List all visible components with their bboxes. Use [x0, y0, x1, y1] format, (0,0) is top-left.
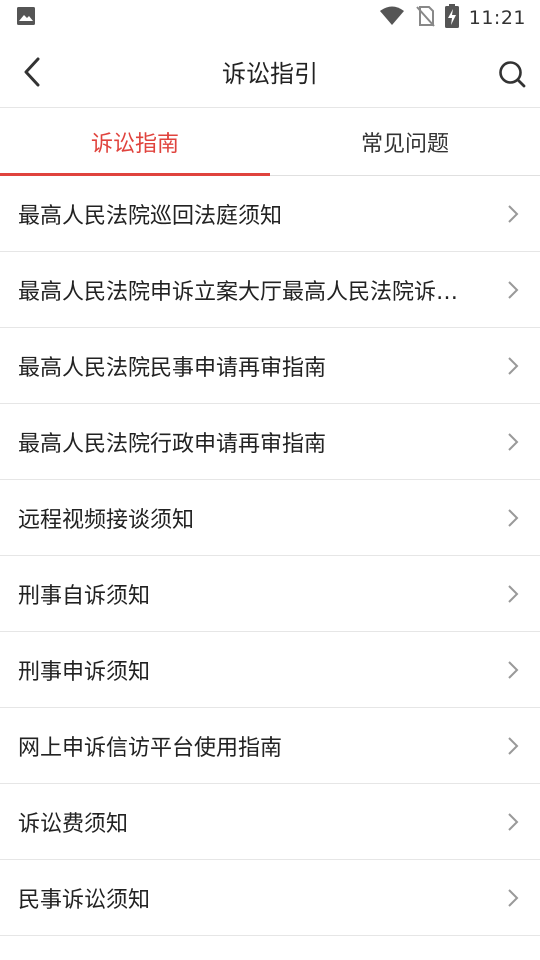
app-bar: 诉讼指引 — [0, 36, 540, 108]
wifi-icon — [379, 6, 405, 30]
list-item[interactable]: 网上申诉信访平台使用指南 — [0, 708, 540, 784]
tab-faq[interactable]: 常见问题 — [270, 108, 540, 175]
chevron-right-icon — [506, 812, 520, 832]
chevron-right-icon — [506, 736, 520, 756]
status-time: 11:21 — [468, 7, 526, 29]
back-arrow-icon — [24, 57, 40, 87]
chevron-right-icon — [506, 888, 520, 908]
list-item-label: 最高人民法院申诉立案大厅最高人民法院诉… — [18, 279, 459, 305]
search-button[interactable] — [496, 58, 528, 90]
status-bar: 11:21 — [0, 0, 540, 36]
list-item-label: 诉讼费须知 — [18, 811, 129, 837]
chevron-right-icon — [506, 432, 520, 452]
image-icon — [16, 6, 36, 30]
status-left — [16, 6, 36, 30]
chevron-right-icon — [506, 204, 520, 224]
list-item[interactable]: 最高人民法院行政申请再审指南 — [0, 404, 540, 480]
list-item[interactable]: 最高人民法院民事申请再审指南 — [0, 328, 540, 404]
list-item-label: 最高人民法院民事申请再审指南 — [18, 355, 327, 381]
list-item[interactable]: 民事诉讼须知 — [0, 860, 540, 936]
list-item-label: 刑事申诉须知 — [18, 659, 151, 685]
list-item-label: 刑事自诉须知 — [18, 583, 151, 609]
list-item[interactable]: 刑事自诉须知 — [0, 556, 540, 632]
list-item-label: 远程视频接谈须知 — [18, 507, 195, 533]
chevron-right-icon — [506, 584, 520, 604]
list-item[interactable]: 刑事申诉须知 — [0, 632, 540, 708]
back-button[interactable] — [18, 57, 46, 87]
chevron-right-icon — [506, 280, 520, 300]
page-title: 诉讼指引 — [222, 60, 318, 88]
tab-bar: 诉讼指南 常见问题 — [0, 108, 540, 176]
status-right: 11:21 — [379, 4, 526, 32]
chevron-right-icon — [506, 508, 520, 528]
list-item[interactable]: 诉讼费须知 — [0, 784, 540, 860]
list-item-label: 网上申诉信访平台使用指南 — [18, 735, 283, 761]
tab-litigation-guide[interactable]: 诉讼指南 — [0, 108, 270, 176]
guide-list: 最高人民法院巡回法庭须知 最高人民法院申诉立案大厅最高人民法院诉… 最高人民法院… — [0, 176, 540, 936]
search-icon — [499, 61, 526, 88]
list-item-label: 最高人民法院行政申请再审指南 — [18, 431, 327, 457]
list-item[interactable]: 远程视频接谈须知 — [0, 480, 540, 556]
list-item-label: 民事诉讼须知 — [18, 887, 151, 913]
list-item-label: 最高人民法院巡回法庭须知 — [18, 203, 283, 229]
battery-charging-icon — [444, 4, 459, 32]
list-item[interactable]: 最高人民法院巡回法庭须知 — [0, 176, 540, 252]
list-item[interactable]: 最高人民法院申诉立案大厅最高人民法院诉… — [0, 252, 540, 328]
no-sim-icon — [415, 5, 435, 31]
chevron-right-icon — [506, 356, 520, 376]
chevron-right-icon — [506, 660, 520, 680]
